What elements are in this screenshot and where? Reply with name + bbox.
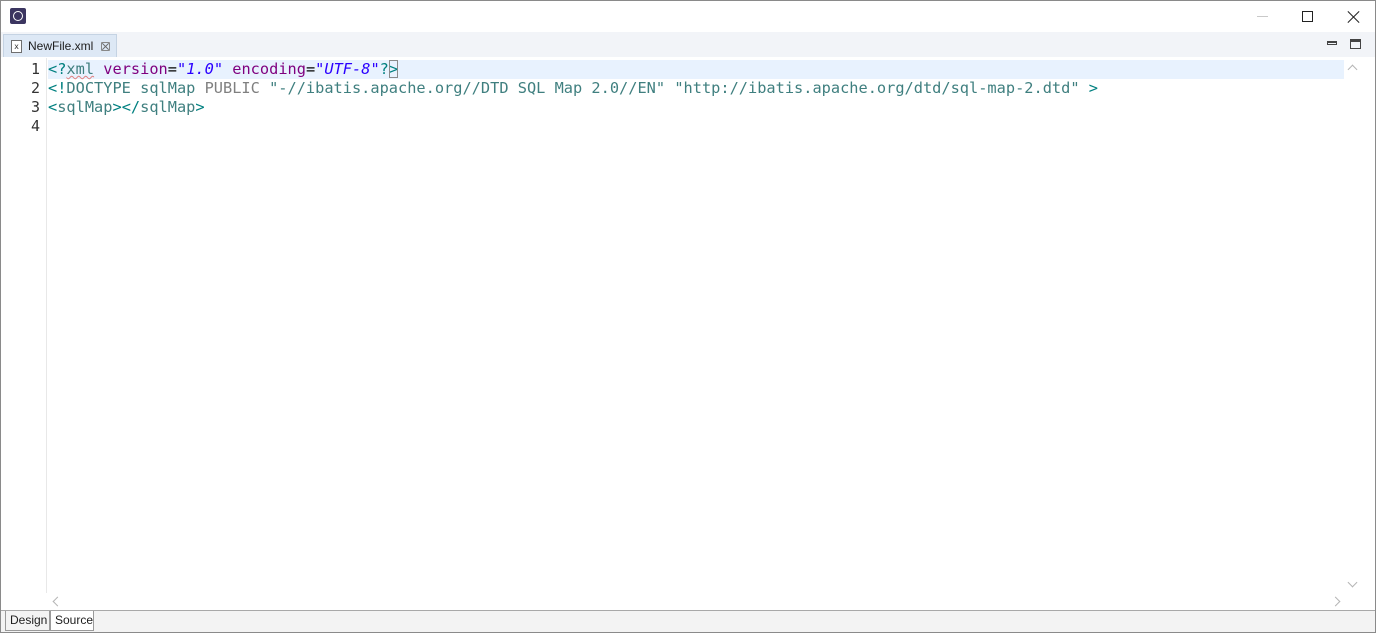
tag-close-bracket: >	[112, 98, 122, 116]
attr-value-version: 1.0	[186, 60, 214, 78]
close-button[interactable]	[1330, 1, 1376, 31]
source-editor[interactable]: 1 2 3 4 <?xml version="1.0" encoding="UT…	[16, 58, 1361, 610]
horizontal-scrollbar[interactable]	[48, 593, 1345, 609]
vertical-scrollbar[interactable]	[1345, 58, 1359, 593]
scroll-down-icon[interactable]	[1347, 577, 1358, 588]
tag-open-bracket: <	[48, 98, 58, 116]
view-minimize-icon[interactable]	[1327, 41, 1337, 45]
xml-decl-open: <?	[48, 60, 67, 78]
attr-quote: "	[176, 60, 187, 78]
view-maximize-icon[interactable]	[1350, 39, 1361, 49]
line-number: 2	[30, 79, 40, 97]
tab-source[interactable]: Source	[50, 611, 94, 631]
minimize-icon	[1256, 15, 1268, 17]
editor-page-tabs: Design Source	[1, 610, 1375, 632]
end-tag-name: sqlMap	[140, 98, 196, 116]
scroll-left-icon[interactable]	[52, 596, 63, 607]
attr-quote: "	[213, 60, 224, 78]
attr-quote: "	[315, 60, 325, 78]
end-tag-open-bracket: </	[121, 98, 141, 116]
doctype-close: >	[1088, 79, 1098, 97]
doctype-keyword: DOCTYPE	[66, 79, 131, 97]
title-bar	[1, 1, 1375, 31]
code-line-1[interactable]: <?xml version="1.0" encoding="UTF-8"?>	[48, 60, 1344, 79]
xml-decl-keyword: xml	[66, 60, 95, 78]
line-number: 4	[30, 117, 40, 135]
scroll-right-icon[interactable]	[1330, 596, 1341, 607]
maximize-button[interactable]	[1284, 1, 1330, 31]
attr-equals: =	[167, 60, 177, 78]
code-area[interactable]: <?xml version="1.0" encoding="UTF-8"?> <…	[48, 58, 1344, 593]
close-tab-icon[interactable]	[101, 41, 111, 51]
tab-label: NewFile.xml	[28, 39, 94, 53]
close-icon	[1347, 10, 1360, 23]
tab-newfile-xml[interactable]: x NewFile.xml	[3, 34, 117, 57]
line-number-gutter: 1 2 3 4	[16, 58, 47, 593]
attr-quote: "	[370, 60, 380, 78]
xml-decl-close: >	[388, 60, 399, 78]
attr-equals: =	[305, 60, 316, 78]
doctype-public-keyword: PUBLIC	[204, 79, 260, 97]
attr-name-version: version	[103, 60, 168, 78]
attr-value-encoding: UTF-8	[324, 60, 371, 78]
minimize-button[interactable]	[1239, 1, 1285, 31]
attr-name-encoding: encoding	[232, 60, 306, 78]
line-number: 1	[30, 60, 40, 78]
doctype-root-name: sqlMap	[140, 79, 196, 97]
editor-window: x NewFile.xml 1 2 3 4 <?xml version="1.0…	[0, 0, 1376, 633]
maximize-icon	[1301, 10, 1313, 22]
doctype-system-id: "http://ibatis.apache.org/dtd/sql-map-2.…	[674, 79, 1080, 97]
code-line-2[interactable]: <!DOCTYPE sqlMap PUBLIC "-//ibatis.apach…	[48, 79, 1344, 98]
doctype-open: <!	[48, 79, 67, 97]
scroll-up-icon[interactable]	[1347, 64, 1358, 75]
xml-decl-question: ?	[379, 60, 389, 78]
xml-file-icon: x	[11, 39, 22, 53]
code-line-3[interactable]: <sqlMap></sqlMap>	[48, 98, 1344, 117]
line-number: 3	[30, 98, 40, 116]
eclipse-icon	[10, 8, 26, 24]
editor-tab-strip: x NewFile.xml	[1, 32, 1375, 57]
tag-name: sqlMap	[57, 98, 113, 116]
end-tag-close-bracket: >	[195, 98, 205, 116]
tab-design[interactable]: Design	[5, 611, 50, 631]
doctype-public-id: "-//ibatis.apache.org//DTD SQL Map 2.0//…	[269, 79, 666, 97]
code-line-4[interactable]	[48, 117, 1344, 136]
